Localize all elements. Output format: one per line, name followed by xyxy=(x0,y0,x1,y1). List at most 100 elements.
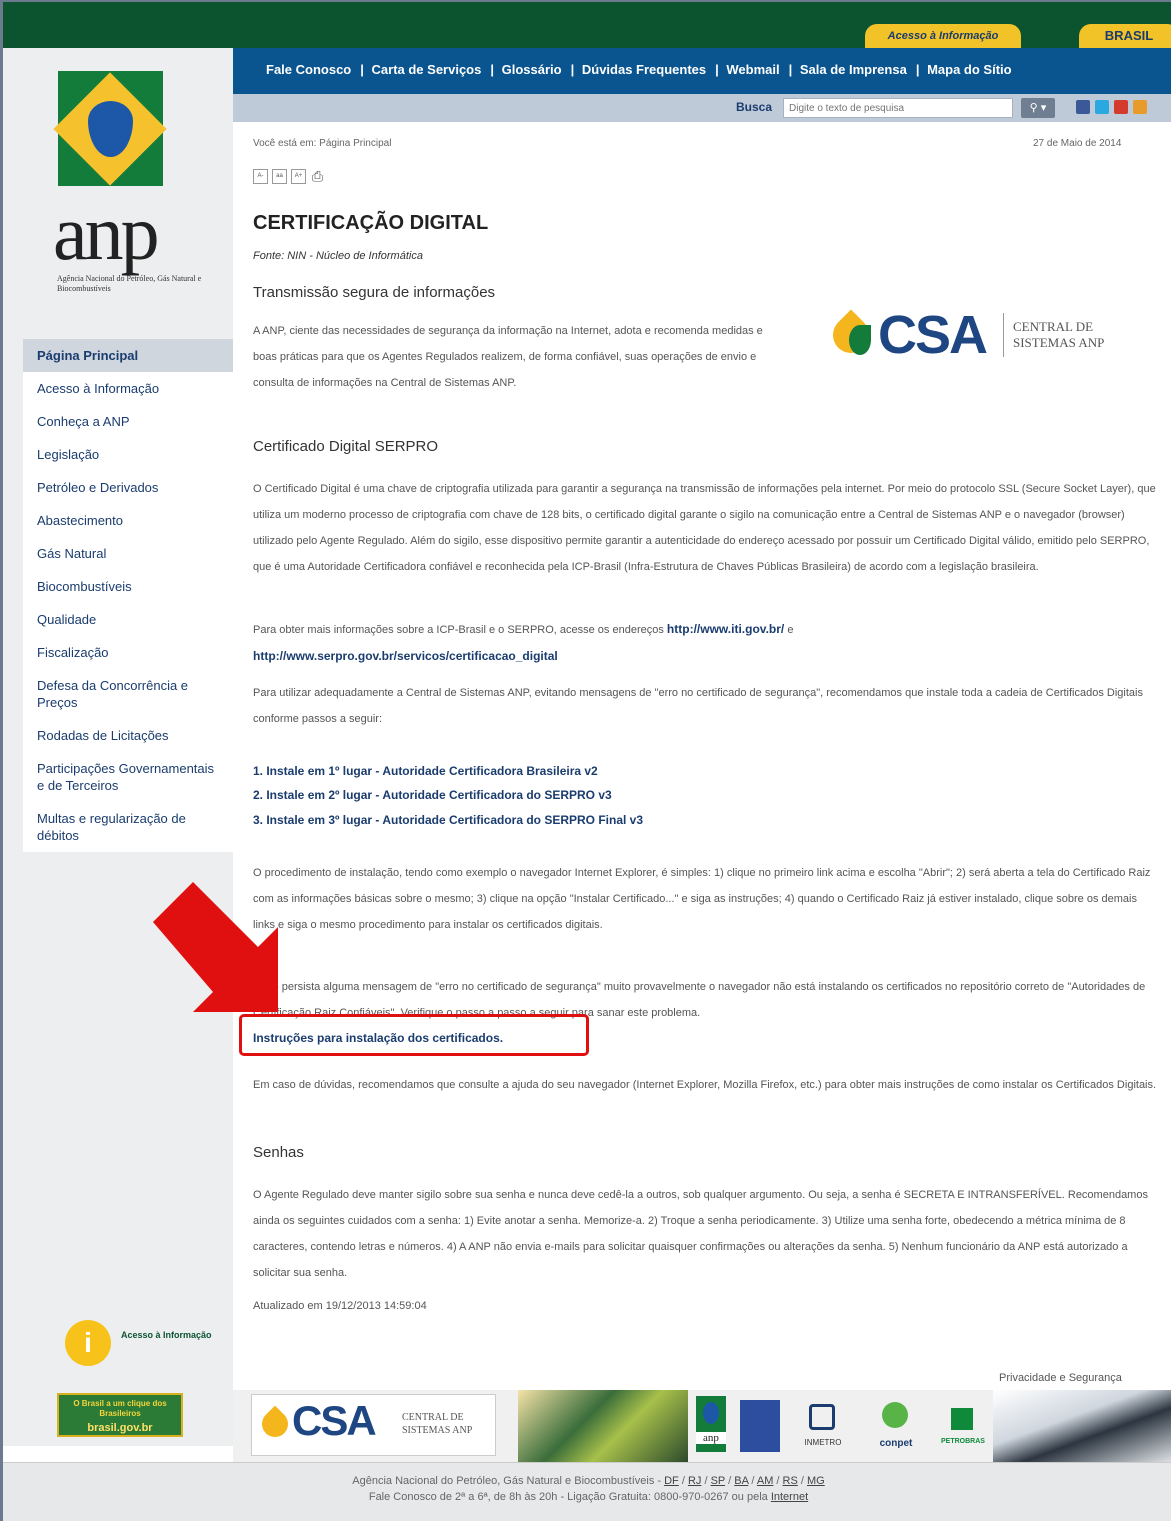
brasil-banner-domain: brasil.gov.br xyxy=(87,1422,153,1434)
footer-office-am[interactable]: AM xyxy=(757,1475,774,1487)
paragraph-certificado-4: O procedimento de instalação, tendo como… xyxy=(253,867,1151,931)
sidebar-item-pagina-principal[interactable]: Página Principal xyxy=(23,339,233,372)
csa-banner[interactable]: CSA CENTRAL DE SISTEMAS ANP xyxy=(251,1394,496,1456)
csa-sub-line2: SISTEMAS ANP xyxy=(1013,335,1105,350)
step-1-link[interactable]: 1. Instale em 1º lugar - Autoridade Cert… xyxy=(253,759,598,783)
csa-logo-word: CSA xyxy=(878,305,988,365)
nav-carta-servicos[interactable]: Carta de Serviços xyxy=(372,62,482,77)
privacy-link[interactable]: Privacidade e Segurança xyxy=(999,1372,1122,1384)
footer-contact-text: Fale Conosco de 2ª a 6ª, de 8h às 20h - … xyxy=(368,1491,768,1503)
brasil-gov-banner[interactable]: O Brasil a um clique dos Brasileiros bra… xyxy=(57,1393,183,1437)
partner-banner: CSA CENTRAL DE SISTEMAS ANP anp INMETRO c… xyxy=(233,1390,1171,1462)
red-arrow-icon xyxy=(153,882,278,1012)
decorative-image xyxy=(518,1390,688,1462)
footer-office-sp[interactable]: SP xyxy=(711,1475,725,1487)
footer-office-rj[interactable]: RJ xyxy=(688,1475,701,1487)
nav-fale-conosco[interactable]: Fale Conosco xyxy=(266,62,351,77)
inmetro-logo[interactable]: INMETRO xyxy=(793,1398,853,1454)
twitter-icon[interactable] xyxy=(1095,100,1109,114)
text-tools: A-aa A+ ⎙ xyxy=(253,169,329,187)
petrobras-text: PETROBRAS xyxy=(941,1438,985,1445)
sidebar-item-acesso-informacao[interactable]: Acesso à Informação xyxy=(23,372,233,405)
nav-duvidas[interactable]: Dúvidas Frequentes xyxy=(582,62,706,77)
conpet-text: conpet xyxy=(879,1438,913,1449)
normal-font-button[interactable]: aa xyxy=(272,169,287,184)
sidebar-item-petroleo[interactable]: Petróleo e Derivados xyxy=(23,471,233,504)
sidebar-item-defesa-concorrencia[interactable]: Defesa da Concorrência e Preços xyxy=(23,669,233,719)
nav-sala-imprensa[interactable]: Sala de Imprensa xyxy=(800,62,907,77)
partner-logo-icon[interactable] xyxy=(740,1400,780,1452)
step-2-link[interactable]: 2. Instale em 2º lugar - Autoridade Cert… xyxy=(253,783,612,807)
serpro-link[interactable]: http://www.serpro.gov.br/servicos/certif… xyxy=(253,649,558,663)
increase-font-button[interactable]: A+ xyxy=(291,169,306,184)
paragraph-certificado-6: Em caso de dúvidas, recomendamos que con… xyxy=(253,1079,1157,1091)
footer-office-df[interactable]: DF xyxy=(664,1475,679,1487)
sidebar-item-legislacao[interactable]: Legislação xyxy=(23,438,233,471)
facebook-icon[interactable] xyxy=(1076,100,1090,114)
footer: Agência Nacional do Petróleo, Gás Natura… xyxy=(3,1462,1171,1521)
csa-sub-line1: CENTRAL DE xyxy=(1013,319,1094,334)
sidebar-item-conheca-anp[interactable]: Conheça a ANP xyxy=(23,405,233,438)
print-icon[interactable]: ⎙ xyxy=(310,169,325,184)
nav-webmail[interactable]: Webmail xyxy=(726,62,779,77)
sidebar-item-abastecimento[interactable]: Abastecimento xyxy=(23,504,233,537)
decrease-font-button[interactable]: A- xyxy=(253,169,268,184)
nav-glossario[interactable]: Glossário xyxy=(502,62,562,77)
section-title-certificado: Certificado Digital SERPRO xyxy=(253,438,439,455)
conpet-logo[interactable]: conpet xyxy=(866,1398,926,1454)
browser-frame: Acesso à Informação BRASIL anp Agência N… xyxy=(0,0,1171,1521)
info-i-icon: i xyxy=(84,1327,92,1358)
footer-agency-text: Agência Nacional do Petróleo, Gás Natura… xyxy=(352,1475,662,1487)
footer-office-mg[interactable]: MG xyxy=(807,1475,825,1487)
search-button[interactable]: ⚲ ▾ xyxy=(1021,98,1055,118)
page-source: Fonte: NIN - Núcleo de Informática xyxy=(253,250,423,262)
paragraph-senhas: O Agente Regulado deve manter sigilo sob… xyxy=(253,1189,1148,1279)
youtube-icon[interactable] xyxy=(1114,100,1128,114)
rss-icon[interactable] xyxy=(1133,100,1147,114)
sidebar-item-qualidade[interactable]: Qualidade xyxy=(23,603,233,636)
csa-banner-drop-icon xyxy=(256,1405,294,1443)
paragraph-certificado-3: Para utilizar adequadamente a Central de… xyxy=(253,687,1143,725)
search-bar: Busca ⚲ ▾ xyxy=(233,94,1171,122)
footer-internet-link[interactable]: Internet xyxy=(771,1491,808,1503)
inmetro-mark-icon xyxy=(809,1404,835,1430)
csa-banner-subtitle: CENTRAL DE SISTEMAS ANP xyxy=(402,1411,472,1437)
page-title: CERTIFICAÇÃO DIGITAL xyxy=(253,212,489,234)
inmetro-text: INMETRO xyxy=(804,1438,842,1447)
sidebar-menu: Página Principal Acesso à Informação Con… xyxy=(23,339,233,852)
nav-mapa-sitio[interactable]: Mapa do Sítio xyxy=(927,62,1012,77)
footer-line-2: Fale Conosco de 2ª a 6ª, de 8h às 20h - … xyxy=(3,1491,1171,1503)
footer-office-rs[interactable]: RS xyxy=(783,1475,798,1487)
sidebar-item-participacoes[interactable]: Participações Governamentais e de Tercei… xyxy=(23,752,233,802)
petrobras-mark-icon xyxy=(951,1408,973,1430)
anp-partner-logo[interactable]: anp xyxy=(696,1396,726,1452)
conpet-leaf-icon xyxy=(882,1402,908,1428)
csa-banner-sub2: SISTEMAS ANP xyxy=(402,1425,473,1436)
petrobras-logo[interactable]: PETROBRAS xyxy=(933,1398,993,1454)
search-input[interactable] xyxy=(783,98,1013,118)
paragraph-certificado-1: O Certificado Digital é uma chave de cri… xyxy=(253,483,1156,573)
brasil-tab[interactable]: BRASIL xyxy=(1079,24,1171,48)
sidebar-item-biocombustiveis[interactable]: Biocombustíveis xyxy=(23,570,233,603)
sidebar-item-gas-natural[interactable]: Gás Natural xyxy=(23,537,233,570)
page-date: 27 de Maio de 2014 xyxy=(1033,138,1122,149)
iti-link[interactable]: http://www.iti.gov.br/ xyxy=(667,622,784,636)
sidebar-item-rodadas[interactable]: Rodadas de Licitações xyxy=(23,719,233,752)
gov-top-bar: Acesso à Informação BRASIL xyxy=(3,2,1171,48)
sidebar-item-multas[interactable]: Multas e regularização de débitos xyxy=(23,802,233,852)
acesso-informacao-label: Acesso à Informação xyxy=(121,1330,212,1340)
updated-timestamp: Atualizado em 19/12/2013 14:59:04 xyxy=(253,1300,427,1312)
anp-logo-icon[interactable] xyxy=(53,71,167,186)
sidebar-item-fiscalizacao[interactable]: Fiscalização xyxy=(23,636,233,669)
csa-banner-word: CSA xyxy=(292,1397,377,1444)
footer-office-ba[interactable]: BA xyxy=(734,1475,748,1487)
section-title-senhas: Senhas xyxy=(253,1144,304,1161)
csa-banner-sub1: CENTRAL DE xyxy=(402,1412,464,1423)
step-3-link[interactable]: 3. Instale em 3º lugar - Autoridade Cert… xyxy=(253,808,643,832)
anp-logo-subtitle: Agência Nacional do Petróleo, Gás Natura… xyxy=(57,274,202,293)
search-label: Busca xyxy=(736,100,773,114)
paragraph-certificado-2: Para obter mais informações sobre a ICP-… xyxy=(253,616,1158,670)
breadcrumb: Você está em: Página Principal xyxy=(253,138,392,149)
top-nav: Fale Conosco | Carta de Serviços | Glossár… xyxy=(233,48,1171,94)
acesso-informacao-tab[interactable]: Acesso à Informação xyxy=(865,24,1021,48)
